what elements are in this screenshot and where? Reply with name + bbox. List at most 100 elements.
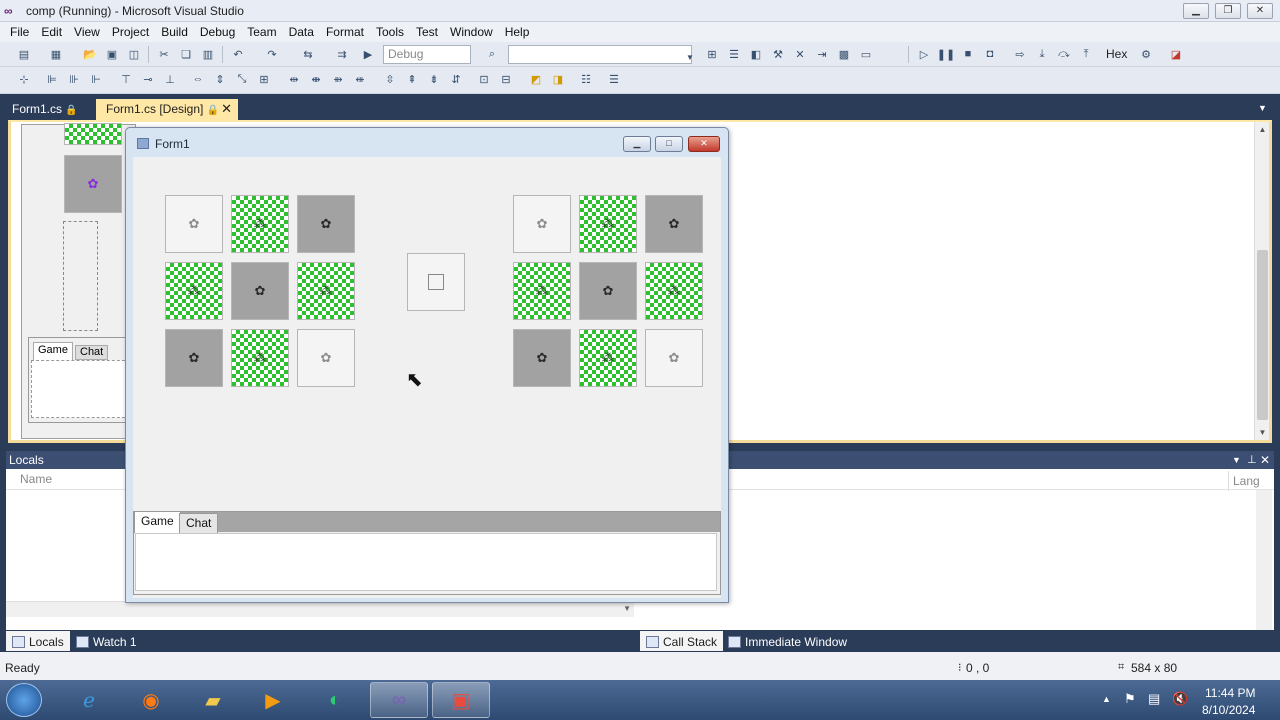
form-minimize-button[interactable]: ▁ [623,136,651,152]
menu-test[interactable]: Test [410,25,444,39]
properties-icon[interactable]: ☰ [726,46,742,62]
menu-debug[interactable]: Debug [194,25,241,39]
increase-horizontal-spacing-icon[interactable]: ⇼ [308,71,324,87]
save-all-icon[interactable]: ◫ [126,46,142,62]
board-tile[interactable]: ✿ [297,329,355,387]
tab-immediate-window[interactable]: Immediate Window [722,631,853,651]
step-into-icon[interactable]: ⤓ [1034,46,1050,62]
continue-icon[interactable]: ▷ [916,46,932,62]
menu-build[interactable]: Build [155,25,194,39]
align-tops-icon[interactable]: ⊤ [118,71,134,87]
visual-studio-taskbar-icon[interactable]: ∞ [370,682,428,718]
find-combo-box[interactable] [508,45,692,64]
horizontal-spacing-icon[interactable]: ⇹ [286,71,302,87]
board-tile[interactable]: ⁂ [165,262,223,320]
tab-form1-cs[interactable]: Form1.cs 🔒 [2,99,86,120]
scroll-down-icon[interactable]: ▼ [623,604,631,613]
close-tab-icon[interactable]: ✕ [221,101,232,117]
column-lang[interactable]: Lang [1228,471,1260,491]
menu-help[interactable]: Help [499,25,536,39]
redo-icon[interactable]: ↷ [264,46,280,62]
board-tile[interactable]: ⁂ [297,262,355,320]
action-center-flag-icon[interactable]: ⚑ [1124,691,1136,707]
tools-icon[interactable]: ✕ [792,46,808,62]
make-same-width-icon[interactable]: ⇔ [190,71,206,87]
app-icon[interactable]: ◐ [306,682,364,718]
decrease-horizontal-spacing-icon[interactable]: ⇻ [330,71,346,87]
designer-tab-chat[interactable]: Chat [75,345,109,360]
start-debugging-icon[interactable]: ▶ [360,46,376,62]
board-tile[interactable]: ⁂ [513,262,571,320]
close-panel-icon[interactable]: ✕ [1260,451,1270,469]
decrease-vertical-spacing-icon[interactable]: ⇟ [426,71,442,87]
designer-tile-selected[interactable]: ✿ [64,155,122,213]
copy-icon[interactable]: ❏ [178,46,194,62]
designer-panel[interactable] [63,221,98,331]
increase-vertical-spacing-icon[interactable]: ⇞ [404,71,420,87]
board-tile[interactable]: ✿ [513,195,571,253]
locals-horizontal-scrollbar[interactable]: ▼ [6,601,634,617]
remove-horizontal-spacing-icon[interactable]: ⇺ [352,71,368,87]
form-close-button[interactable]: ✕ [688,136,720,152]
column-name[interactable]: Name [20,472,52,486]
remove-vertical-spacing-icon[interactable]: ⇵ [448,71,464,87]
tab-form1-design[interactable]: Form1.cs [Design] 🔒 ✕ [96,99,238,120]
close-button[interactable]: ✕ [1247,3,1273,19]
save-icon[interactable]: ▣ [104,46,120,62]
extensions-icon[interactable]: ▩ [836,46,852,62]
form-maximize-button[interactable]: □ [655,136,683,152]
form-tab-chat[interactable]: Chat [179,513,219,533]
start-button[interactable] [6,683,42,717]
add-item-icon[interactable]: ▦ [48,46,64,62]
tab-watch-1[interactable]: Watch 1 [70,631,143,651]
exceptions-icon[interactable]: ◪ [1168,46,1184,62]
designer-tab-control[interactable]: Game Chat [28,337,138,423]
bring-to-front-icon[interactable]: ◩ [528,71,544,87]
new-project-icon[interactable]: ▤ [16,46,32,62]
hex-toggle[interactable]: Hex [1106,47,1127,61]
file-explorer-icon[interactable]: ▰ [184,682,242,718]
board-tile[interactable]: ✿ [165,195,223,253]
designer-tab-game[interactable]: Game [33,342,73,360]
cut-icon[interactable]: ✂ [156,46,172,62]
scroll-up-icon[interactable]: ▲ [1255,122,1270,137]
tab-order-icon[interactable]: ☷ [578,71,594,87]
volume-muted-icon[interactable]: 🔇 [1172,691,1188,707]
show-next-statement-icon[interactable]: ⇨ [1012,46,1028,62]
clock-date[interactable]: 8/10/2024 [1202,703,1255,717]
board-tile[interactable]: ✿ [645,329,703,387]
paste-icon[interactable]: ▥ [200,46,216,62]
size-to-grid-icon[interactable]: ⊞ [256,71,272,87]
running-form-taskbar-icon[interactable]: ▣ [432,682,490,718]
restart-icon[interactable]: ◘ [982,46,998,62]
designer-tile[interactable] [64,123,122,145]
window-layout-icon[interactable]: ▭ [858,46,874,62]
minimize-button[interactable]: ▁ [1183,3,1209,19]
designer-vertical-scrollbar[interactable]: ▲ ▼ [1254,122,1269,440]
board-tile[interactable]: ✿ [579,262,637,320]
menu-file[interactable]: File [4,25,35,39]
solution-configuration-dropdown[interactable]: Debug [383,45,471,64]
menu-window[interactable]: Window [444,25,499,39]
panel-dropdown-icon[interactable]: ▼ [1232,451,1241,469]
make-same-height-icon[interactable]: ⇕ [212,71,228,87]
board-tile[interactable]: ✿ [231,262,289,320]
center-tile[interactable] [407,253,465,311]
align-lefts-icon[interactable]: ⊫ [44,71,60,87]
break-all-icon[interactable]: ❚❚ [937,46,955,62]
tab-overflow-icon[interactable]: ▼ [1258,103,1267,113]
menu-team[interactable]: Team [241,25,282,39]
show-hidden-icons-icon[interactable]: ▲ [1102,694,1111,704]
board-tile[interactable]: ⁂ [579,329,637,387]
align-rights-icon[interactable]: ⊩ [88,71,104,87]
menu-view[interactable]: View [68,25,106,39]
solution-explorer-icon[interactable]: ⊞ [704,46,720,62]
vertical-spacing-icon[interactable]: ⇳ [382,71,398,87]
step-out-icon[interactable]: ⤒ [1078,46,1094,62]
menu-edit[interactable]: Edit [35,25,68,39]
board-tile[interactable]: ⁂ [231,195,289,253]
board-tile[interactable]: ⁂ [231,329,289,387]
object-browser-icon[interactable]: ◧ [748,46,764,62]
media-player-icon[interactable]: ▶ [244,682,302,718]
send-to-back-icon[interactable]: ◨ [550,71,566,87]
